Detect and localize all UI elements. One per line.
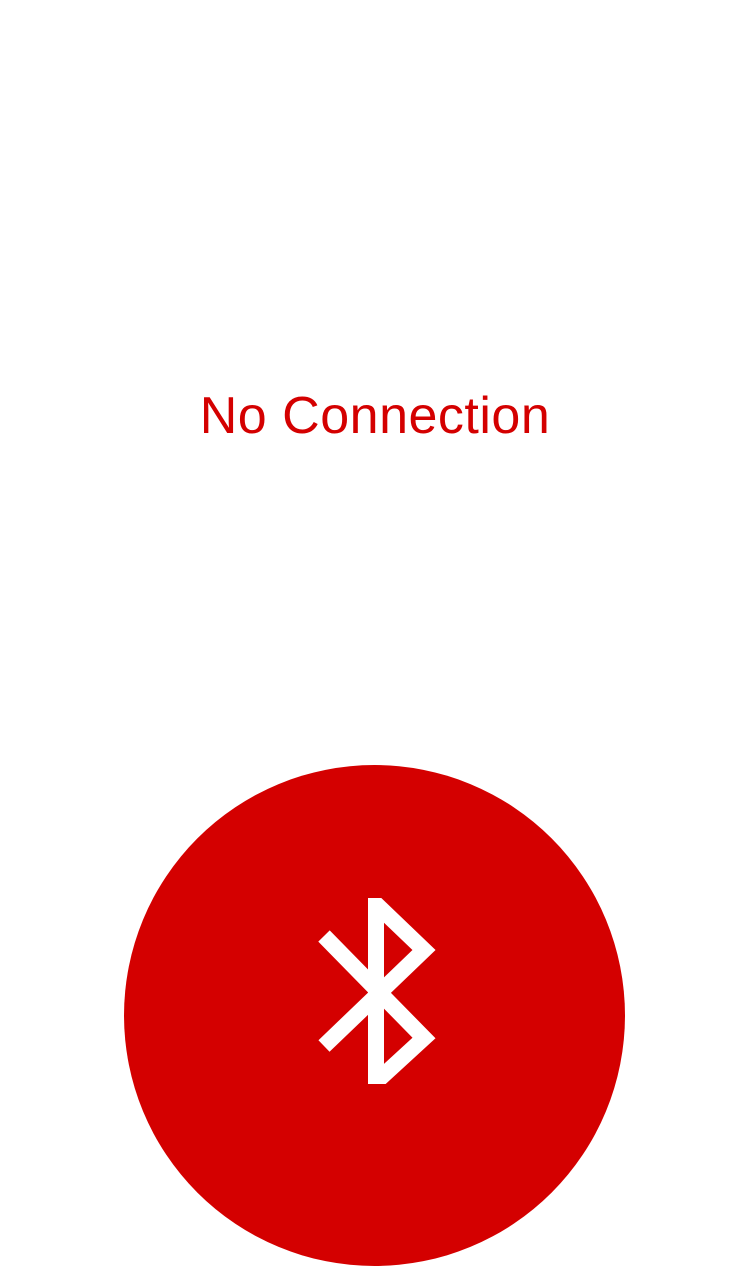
bluetooth-icon bbox=[318, 898, 436, 1084]
connection-status-text: No Connection bbox=[199, 387, 551, 445]
